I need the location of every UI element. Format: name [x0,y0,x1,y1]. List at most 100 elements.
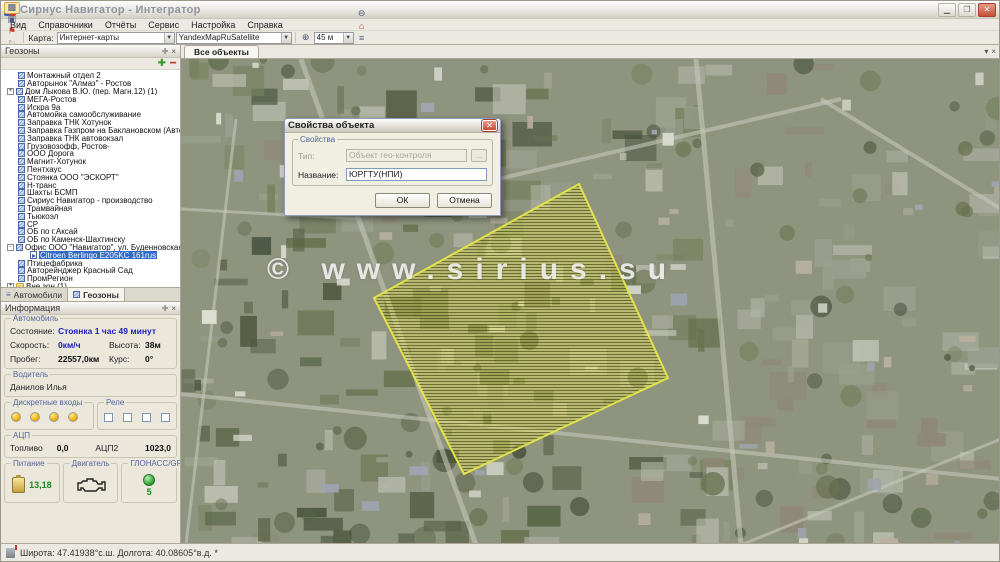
zoom-scale-select[interactable]: 45 м ▼ [314,32,354,44]
tree-item[interactable]: Автомойка самообслуживание [3,111,180,119]
marker-icon[interactable]: ⚑ [4,26,20,38]
add-geozone-button[interactable]: ✚ [158,59,166,69]
tree-item-label: Авторынок "Алмаз" - Ростов [27,80,131,88]
relay-checkbox[interactable] [123,413,132,422]
pin-icon[interactable]: ✛ [162,304,169,313]
tree-item[interactable]: Авторынок "Алмаз" - Ростов [3,80,180,88]
ok-button[interactable]: ОК [375,193,430,208]
tree-item[interactable]: Птицефабрика [3,259,180,267]
expand-icon[interactable]: + [7,88,14,95]
map-provider-select[interactable]: Интернет-карты ▼ [57,32,175,44]
map-search-icon[interactable]: ▣ [4,14,20,26]
dialog-titlebar[interactable]: Свойства объекта ✕ [285,119,500,133]
tree-item[interactable]: ООО Дорога [3,150,180,158]
tree-item-label: Авторейнджер Красный Сад [27,267,133,275]
tree-item[interactable]: ПромРегион [3,275,180,283]
menu-otchety[interactable]: Отчёты [100,20,141,30]
state-value: Стоянка 1 час 49 минут [58,326,156,336]
menu-servis[interactable]: Сервис [143,20,184,30]
tree-item[interactable]: Монтажный отдел 2 [3,72,180,80]
satellite-map[interactable]: © www.sirius.su Свойства объекта ✕ Свойс… [181,59,999,543]
tree-item[interactable]: Заправка Газпром на Баклановском (Автово… [3,127,180,135]
tree-item-label: Трамвайная [27,205,72,213]
tree-item-label: СР [27,220,38,228]
menu-nastroyka[interactable]: Настройка [186,20,240,30]
close-icon[interactable]: × [171,47,176,56]
tree-item[interactable]: Сириус Навигатор - производство [3,197,180,205]
map-layer-select[interactable]: YandexMapRuSatellite ▼ [176,32,292,44]
chevron-down-icon[interactable]: ▼ [164,33,174,43]
tree-item[interactable]: Заправка ТНК автовокзал [3,134,180,142]
tree-item[interactable]: Грузовозофф, Ростов- [3,142,180,150]
tab-geozones[interactable]: Геозоны [68,288,125,301]
close-icon[interactable]: × [171,304,176,313]
tab-close-icon[interactable]: × [991,47,996,56]
watermark: © www.sirius.su [267,253,678,287]
menu-spravka[interactable]: Справка [242,20,287,30]
geozone-icon [18,135,25,142]
relay-group: Реле [97,402,177,430]
toolbar: ✥◌▩▣⚑↻▤▥▬▾▮ Карта: Интернет-карты ▼ Yand… [1,31,999,45]
mileage-label: Пробег: [10,354,58,364]
tree-item[interactable]: ОБ по г.Аксай [3,228,180,236]
tree-item[interactable]: МЕГА-Ростов [3,95,180,103]
remove-geozone-button[interactable]: ━ [170,59,176,69]
tree-item[interactable]: Авторейнджер Красный Сад [3,267,180,275]
tree-item[interactable]: -Офис ООО "Навигатор", ул. Буденновская,… [3,244,180,252]
geozone-icon [18,260,25,267]
tree-item[interactable]: Искра 9а [3,103,180,111]
zoom-in-icon[interactable]: ⊕ [299,32,313,44]
tab-vehicles[interactable]: ≡Автомобили [1,288,68,301]
tree-item[interactable]: Тьюкоэл [3,212,180,220]
pin-icon[interactable]: ✛ [162,47,169,56]
statusbar: Широта: 47.41938°с.ш. Долгота: 40.08605°… [1,543,999,561]
tab-all-objects[interactable]: Все объекты [184,45,259,58]
dialog-close-icon[interactable]: ✕ [482,120,497,131]
collapse-icon[interactable]: - [7,244,14,251]
relay-checkbox[interactable] [104,413,113,422]
geozone-polygon[interactable] [374,184,668,474]
zoom-out-icon[interactable]: ⊖ [355,8,369,20]
name-field[interactable]: ЮРГТУ(НПИ) [346,168,487,181]
geozone-mode-icon[interactable]: ▩ [4,2,20,14]
name-label: Название: [298,170,342,180]
tab-dropdown-icon[interactable]: ▾ [984,47,988,56]
tree-item[interactable]: +Вне зон (1) [3,283,180,287]
chevron-down-icon[interactable]: ▼ [343,33,353,43]
type-label: Тип: [298,151,342,161]
geozone-icon [18,213,25,220]
go-home-icon[interactable]: ⌂ [355,20,369,32]
tree-item[interactable]: ОБ по Каменск-Шахтинску [3,236,180,244]
geozone-icon [18,205,25,212]
chevron-down-icon[interactable]: ▼ [281,33,291,43]
minimize-button[interactable]: ▁ [938,3,956,17]
tree-item-label: ОБ по Каменск-Шахтинску [27,236,125,244]
tree-item[interactable]: Стоянка ООО "ЭСКОРТ" [3,173,180,181]
tree-item[interactable]: Citroen Berlingo E205KC 161rus [3,251,180,259]
tree-item[interactable]: СР [3,220,180,228]
tree-item[interactable]: +Дом Лыкова В.Ю. (пер. Магн.12) (1) [3,88,180,96]
menu-spravochniki[interactable]: Справочники [33,20,98,30]
close-button[interactable]: ✕ [978,3,996,17]
vehicle-group-title: Автомобиль [11,315,60,323]
tree-item[interactable]: Пентхаус [3,166,180,174]
tree-item[interactable]: Шахты БСМП [3,189,180,197]
tree-item[interactable]: Н-транс [3,181,180,189]
list-icon[interactable]: ≡ [355,32,369,44]
relay-checkbox[interactable] [142,413,151,422]
tree-item-label: Заправка Газпром на Баклановском (Автово… [27,127,180,135]
power-group-title: Питание [11,459,47,468]
engine-group-title: Двигатель [70,459,112,468]
properties-groupbox: Свойства Тип: Объект гео-контроля ... На… [292,139,493,186]
folder-icon [16,283,24,287]
relay-checkbox[interactable] [161,413,170,422]
cancel-button[interactable]: Отмена [437,193,492,208]
browse-button[interactable]: ... [471,149,487,162]
tree-item-label: ПромРегион [27,275,73,283]
tree-item[interactable]: Магнит-Хотунок [3,158,180,166]
tree-item[interactable]: Заправка ТНК Хотунок [3,119,180,127]
discrete-input-led [30,412,40,422]
restore-button[interactable]: ❐ [958,3,976,17]
expand-icon[interactable]: + [7,283,14,287]
tree-item[interactable]: Трамвайная [3,205,180,213]
